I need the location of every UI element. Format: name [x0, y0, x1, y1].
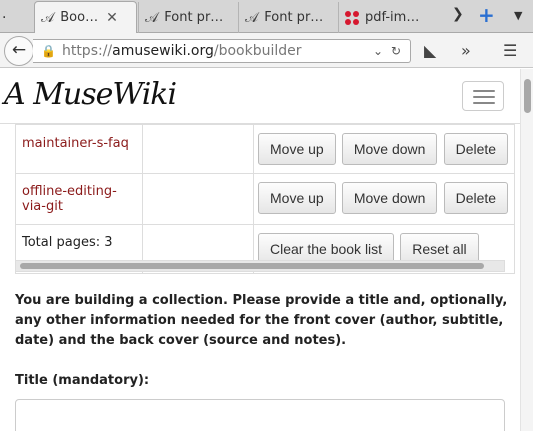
- reload-icon[interactable]: ↻: [391, 40, 401, 62]
- tab-bookbuilder[interactable]: 𝒜 Boo… ✕: [34, 1, 137, 33]
- tab-label: Font pr…: [264, 10, 324, 25]
- page-vertical-scrollbar[interactable]: [520, 69, 533, 431]
- tab-list-chevron-icon[interactable]: ▼: [514, 9, 522, 22]
- table-horizontal-scrollbar[interactable]: [15, 260, 505, 272]
- rss-icon[interactable]: ◣: [424, 41, 436, 60]
- book-list-table: maintainer-s-faq Move up Move down Delet…: [15, 124, 516, 274]
- url-bar[interactable]: 🔒 https://amusewiki.org/bookbuilder ⌄ ↻: [33, 39, 411, 63]
- move-down-button[interactable]: Move down: [341, 182, 438, 214]
- close-icon[interactable]: ✕: [106, 10, 118, 26]
- amusewiki-favicon-icon: 𝒜: [145, 9, 159, 26]
- tab-scroll-left-icon[interactable]: .: [2, 6, 6, 22]
- pdf-favicon-icon: [345, 10, 359, 25]
- scrollbar-thumb[interactable]: [20, 263, 484, 269]
- site-logo[interactable]: A MuseWiki: [4, 77, 177, 112]
- move-up-button[interactable]: Move up: [258, 133, 336, 165]
- back-button[interactable]: ←: [4, 36, 34, 66]
- book-title-link[interactable]: maintainer-s-faq: [22, 136, 129, 151]
- back-arrow-icon: ←: [11, 40, 27, 60]
- tab-font-preview-1[interactable]: 𝒜 Font pr…: [138, 2, 237, 33]
- menu-icon[interactable]: ☰: [503, 41, 517, 60]
- url-scheme: https://: [61, 43, 113, 59]
- lock-icon: 🔒: [41, 44, 56, 58]
- amusewiki-favicon-icon: 𝒜: [41, 9, 55, 26]
- new-tab-icon[interactable]: +: [478, 3, 495, 27]
- title-field-label: Title (mandatory):: [15, 373, 150, 388]
- delete-button[interactable]: Delete: [443, 133, 509, 165]
- collection-intro-text: You are building a collection. Please pr…: [15, 293, 508, 348]
- site-header: A MuseWiki: [0, 69, 520, 124]
- tab-label: Font pr…: [164, 10, 224, 25]
- tab-font-preview-2[interactable]: 𝒜 Font pr…: [238, 2, 337, 33]
- amusewiki-favicon-icon: 𝒜: [245, 9, 259, 26]
- move-down-button[interactable]: Move down: [341, 133, 438, 165]
- tab-strip: . 𝒜 Boo… ✕ 𝒜 Font pr… 𝒜 Font pr… pdf-im……: [0, 0, 533, 33]
- table-row: offline-editing-via-git Move up Move dow…: [15, 173, 516, 225]
- site-menu-button[interactable]: [462, 81, 504, 111]
- table-row: maintainer-s-faq Move up Move down Delet…: [15, 124, 516, 174]
- url-dropdown-icon[interactable]: ⌄: [373, 40, 383, 62]
- tab-label: Boo…: [60, 10, 99, 25]
- tab-label: pdf-im…: [365, 10, 420, 25]
- url-path: /bookbuilder: [213, 43, 302, 59]
- book-title-link[interactable]: offline-editing-via-git: [22, 184, 117, 214]
- url-host: amusewiki.org: [112, 43, 214, 59]
- title-input[interactable]: [15, 399, 505, 431]
- tab-scroll-right-icon[interactable]: ❯: [452, 6, 464, 22]
- navigation-bar: ← 🔒 https://amusewiki.org/bookbuilder ⌄ ↻…: [0, 33, 533, 68]
- overflow-chevron-icon[interactable]: »: [461, 41, 471, 60]
- tab-pdf-imposition[interactable]: pdf-im…: [338, 2, 444, 33]
- delete-button[interactable]: Delete: [443, 182, 509, 214]
- scrollbar-thumb[interactable]: [524, 79, 531, 113]
- move-up-button[interactable]: Move up: [258, 182, 336, 214]
